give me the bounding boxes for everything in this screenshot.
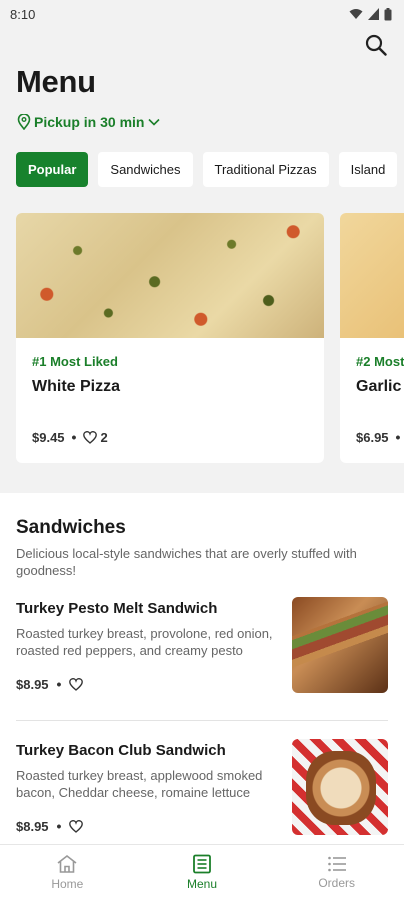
section-title: Sandwiches	[16, 517, 126, 538]
item-description: Roasted turkey breast, applewood smoked …	[16, 768, 263, 800]
section-description: Delicious local-style sandwiches that ar…	[16, 546, 357, 578]
featured-meta: $6.95 •	[356, 429, 400, 445]
location-pin-icon	[17, 114, 31, 130]
item-name: Turkey Bacon Club Sandwich	[16, 742, 226, 759]
item-price: $8.95	[16, 818, 49, 834]
list-icon	[327, 856, 346, 872]
item-name: Turkey Pesto Melt Sandwich	[16, 600, 218, 617]
tab-popular[interactable]: Popular	[16, 152, 89, 187]
bottom-nav: Home Menu Orders	[0, 844, 404, 900]
battery-icon	[384, 7, 392, 20]
top-bar	[0, 28, 404, 62]
item-meta: $8.95 •	[16, 676, 284, 692]
nav-orders[interactable]: Orders	[269, 845, 404, 900]
separator-dot: •	[71, 429, 77, 445]
featured-name: Garlic Knots	[356, 378, 404, 395]
pickup-label: Pickup in 30 min	[34, 114, 145, 130]
home-icon	[57, 854, 77, 873]
featured-price: $9.45	[32, 429, 65, 445]
nav-home[interactable]: Home	[0, 845, 135, 900]
menu-item[interactable]: Turkey Bacon Club Sandwich Roasted turke…	[16, 721, 388, 853]
separator-dot: •	[56, 676, 62, 692]
signal-icon	[368, 8, 379, 20]
featured-meta: $9.45 • 2	[32, 429, 108, 445]
menu-book-icon	[193, 854, 211, 874]
turkey-bacon-club-image	[292, 739, 388, 835]
like-button[interactable]: 2	[83, 429, 108, 445]
heart-icon[interactable]	[69, 677, 84, 691]
tab-traditional-pizzas[interactable]: Traditional Pizzas	[202, 152, 329, 187]
item-description: Roasted turkey breast, provolone, red on…	[16, 626, 273, 658]
like-count: 2	[100, 429, 108, 445]
tab-sandwiches[interactable]: Sandwiches	[98, 152, 193, 187]
pickup-selector[interactable]: Pickup in 30 min	[0, 114, 404, 130]
status-icons	[349, 7, 392, 21]
featured-rank: #1 Most Liked	[32, 354, 118, 369]
chevron-down-icon	[148, 118, 161, 126]
status-time: 8:10	[10, 6, 36, 22]
featured-name: White Pizza	[32, 378, 121, 395]
page-title: Menu	[16, 64, 96, 99]
separator-dot: •	[56, 818, 62, 834]
featured-card[interactable]: #1 Most Liked White Pizza $9.45 • 2	[16, 213, 324, 463]
heart-icon[interactable]	[69, 819, 84, 833]
featured-card[interactable]: #2 Most Liked Garlic Knots $6.95 •	[340, 213, 404, 463]
search-button[interactable]	[362, 31, 390, 59]
wifi-icon	[349, 9, 363, 19]
garlic-knots-image	[340, 213, 404, 338]
nav-orders-label: Orders	[318, 876, 356, 890]
item-price: $8.95	[16, 676, 49, 692]
featured-carousel: #1 Most Liked White Pizza $9.45 • 2 #2 M…	[0, 213, 404, 463]
search-icon	[365, 34, 387, 56]
separator-dot: •	[395, 429, 401, 445]
featured-rank: #2 Most Liked	[356, 354, 404, 369]
sandwiches-section: Sandwiches Delicious local-style sandwic…	[0, 493, 404, 853]
status-bar: 8:10	[0, 0, 404, 28]
white-pizza-image	[16, 213, 324, 338]
item-meta: $8.95 •	[16, 818, 284, 834]
menu-item[interactable]: Turkey Pesto Melt Sandwich Roasted turke…	[16, 579, 388, 721]
nav-menu-label: Menu	[186, 877, 218, 891]
heart-icon	[83, 430, 98, 444]
turkey-pesto-image	[292, 597, 388, 693]
category-tabs: Popular Sandwiches Traditional Pizzas Is…	[0, 152, 404, 187]
featured-price: $6.95	[356, 429, 389, 445]
nav-home-label: Home	[51, 877, 84, 891]
tab-island[interactable]: Island	[338, 152, 398, 187]
nav-menu[interactable]: Menu	[135, 845, 270, 900]
